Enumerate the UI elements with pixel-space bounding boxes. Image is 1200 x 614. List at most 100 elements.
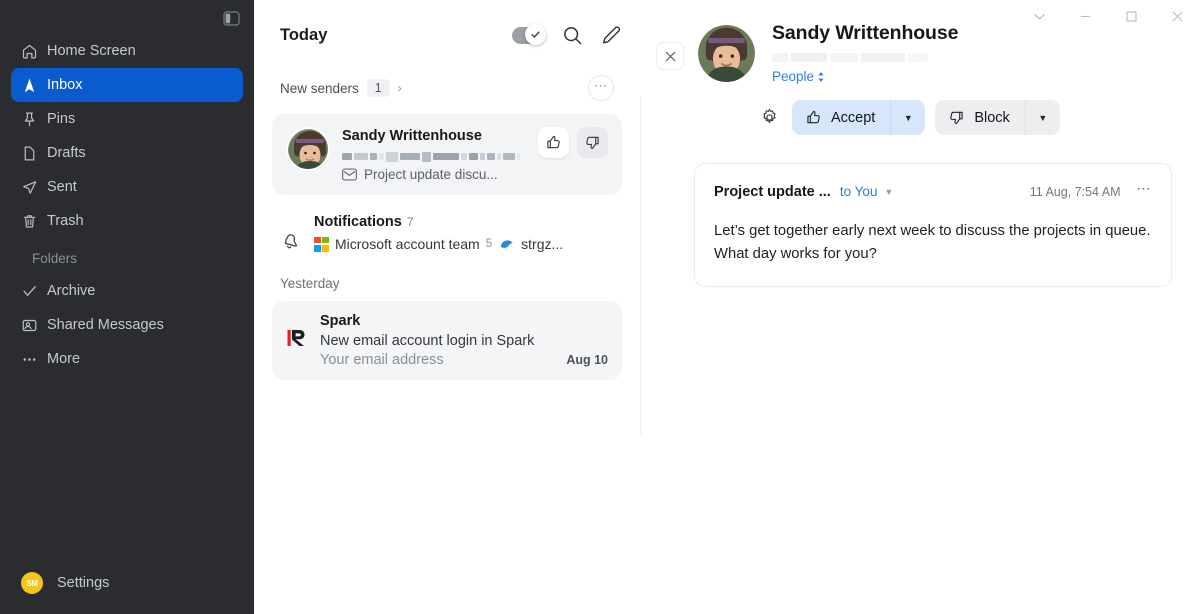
sidebar-item-pins[interactable]: Pins [11, 102, 243, 136]
shared-inbox-icon [21, 317, 47, 334]
close-conversation-button[interactable] [656, 42, 684, 70]
folders-section-label: Folders [32, 251, 78, 266]
sidebar-item-archive[interactable]: Archive [11, 274, 243, 308]
new-senders-label: New senders [280, 80, 359, 96]
minimize-icon[interactable] [1062, 0, 1108, 32]
blue-blob-icon [499, 237, 515, 251]
notification-sender[interactable]: strgz... [499, 236, 563, 252]
list-item-body: Sandy Writtenhouse Project update discu.… [342, 127, 530, 182]
check-icon [21, 283, 47, 300]
pane-divider [640, 96, 641, 436]
ellipsis-icon [21, 351, 47, 368]
trash-icon [21, 213, 47, 230]
notifications-row[interactable]: Notifications 7 Microsoft account team 5 [272, 201, 622, 262]
close-icon[interactable] [1154, 0, 1200, 32]
sidebar-item-label: Pins [47, 111, 76, 127]
sidebar-item-settings[interactable]: SM Settings [0, 572, 254, 594]
avatar [286, 127, 330, 171]
message-card[interactable]: Project update ... to You ▼ 11 Aug, 7:54… [694, 163, 1172, 287]
window-controls [1016, 0, 1200, 32]
accept-button-main[interactable]: Accept [792, 100, 891, 135]
checkmark-toggle[interactable] [512, 24, 546, 45]
panel-toggle-icon[interactable] [220, 8, 242, 28]
sidebar-nav: Home Screen Inbox Pins Drafts Sent Trash… [0, 34, 254, 376]
bell-icon [280, 213, 314, 250]
sidebar-item-label: Sent [47, 179, 77, 195]
notifications-title-row: Notifications 7 [314, 214, 414, 230]
message-body: Let’s get together early next week to di… [714, 223, 1151, 262]
notifications-count: 7 [406, 215, 414, 229]
thumbs-up-icon[interactable] [538, 127, 569, 158]
home-icon [21, 43, 47, 60]
sidebar-item-label: Shared Messages [47, 317, 164, 333]
inbox-paperplane-icon [21, 77, 47, 94]
app-window: Home Screen Inbox Pins Drafts Sent Trash… [0, 0, 1200, 614]
envelope-icon [342, 168, 357, 181]
list-item[interactable]: Sandy Writtenhouse Project update discu.… [272, 114, 622, 195]
reading-pane: Sandy Writtenhouse People Accept ▼ Block… [640, 0, 1200, 614]
sidebar-item-more[interactable]: More [11, 342, 243, 376]
notifications-title: Notifications [314, 214, 402, 230]
toggle-knob [525, 24, 546, 45]
ellipsis-icon[interactable]: ⋯ [1137, 180, 1153, 203]
redacted-email [342, 151, 530, 162]
day-separator: Yesterday [280, 276, 340, 291]
sidebar-item-drafts[interactable]: Drafts [11, 136, 243, 170]
send-icon [21, 179, 47, 196]
avatar [698, 25, 755, 82]
document-icon [21, 145, 47, 162]
thumbs-down-icon[interactable] [577, 127, 608, 158]
accept-button[interactable]: Accept ▼ [792, 100, 926, 135]
gear-icon[interactable] [756, 105, 782, 131]
spark-logo-icon [286, 312, 320, 351]
category-link[interactable]: People [772, 69, 825, 84]
sidebar-item-inbox[interactable]: Inbox [11, 68, 243, 102]
microsoft-logo-icon [314, 236, 329, 252]
avatar: SM [21, 572, 43, 594]
list-item[interactable]: Spark New email account login in Spark Y… [272, 301, 622, 380]
chevron-down-icon[interactable] [1016, 0, 1062, 32]
timestamp: Aug 10 [566, 353, 608, 367]
list-item-actions [538, 127, 608, 158]
notifications-body: Notifications 7 Microsoft account team 5 [314, 213, 614, 252]
list-header-actions [512, 24, 622, 46]
message-recipient[interactable]: to You [840, 184, 878, 199]
message-subject: Project update ... [714, 183, 831, 200]
list-item-footer: Your email address Aug 10 [320, 352, 608, 368]
sidebar-item-label: More [47, 351, 81, 367]
sidebar-item-label: Archive [47, 283, 96, 299]
ellipsis-icon[interactable]: ⋯ [588, 75, 614, 101]
sidebar-item-home-screen[interactable]: Home Screen [11, 34, 243, 68]
chevron-right-icon[interactable]: › [398, 81, 402, 95]
action-bar: Accept ▼ Block ▼ [756, 100, 1200, 135]
sidebar-item-trash[interactable]: Trash [11, 204, 243, 238]
redacted-email [772, 53, 1200, 64]
timestamp: 11 Aug, 7:54 AM [1029, 184, 1121, 199]
sender-name: Microsoft account team [335, 236, 480, 252]
sort-updown-icon [817, 71, 825, 83]
sender-name: Spark [320, 313, 361, 329]
sidebar-item-label: Home Screen [47, 43, 136, 59]
sidebar-item-label: Drafts [47, 145, 86, 161]
block-button[interactable]: Block ▼ [935, 100, 1060, 135]
preview-text: Your email address [320, 352, 444, 368]
search-icon[interactable] [562, 25, 583, 46]
new-senders-count: 1 [366, 78, 390, 98]
sender-name: strgz... [521, 236, 564, 252]
sidebar-item-sent[interactable]: Sent [11, 170, 243, 204]
sidebar-item-shared-messages[interactable]: Shared Messages [11, 308, 243, 342]
settings-label: Settings [57, 575, 110, 591]
chevron-down-icon[interactable]: ▼ [884, 187, 893, 197]
message-header: Project update ... to You ▼ 11 Aug, 7:54… [714, 180, 1152, 203]
maximize-icon[interactable] [1108, 0, 1154, 32]
sidebar-item-label: Inbox [47, 77, 83, 93]
block-button-main[interactable]: Block [935, 100, 1025, 135]
compose-pencil-icon[interactable] [601, 25, 622, 46]
notification-sender[interactable]: Microsoft account team 5 [314, 236, 492, 252]
subject-text: Project update discu... [364, 167, 498, 182]
caret-down-icon[interactable]: ▼ [891, 100, 926, 135]
caret-down-icon[interactable]: ▼ [1025, 100, 1060, 135]
list-header: Today [272, 0, 622, 70]
sender-name: Sandy Writtenhouse [342, 128, 482, 144]
new-senders-row[interactable]: New senders 1 › ⋯ [272, 70, 622, 106]
